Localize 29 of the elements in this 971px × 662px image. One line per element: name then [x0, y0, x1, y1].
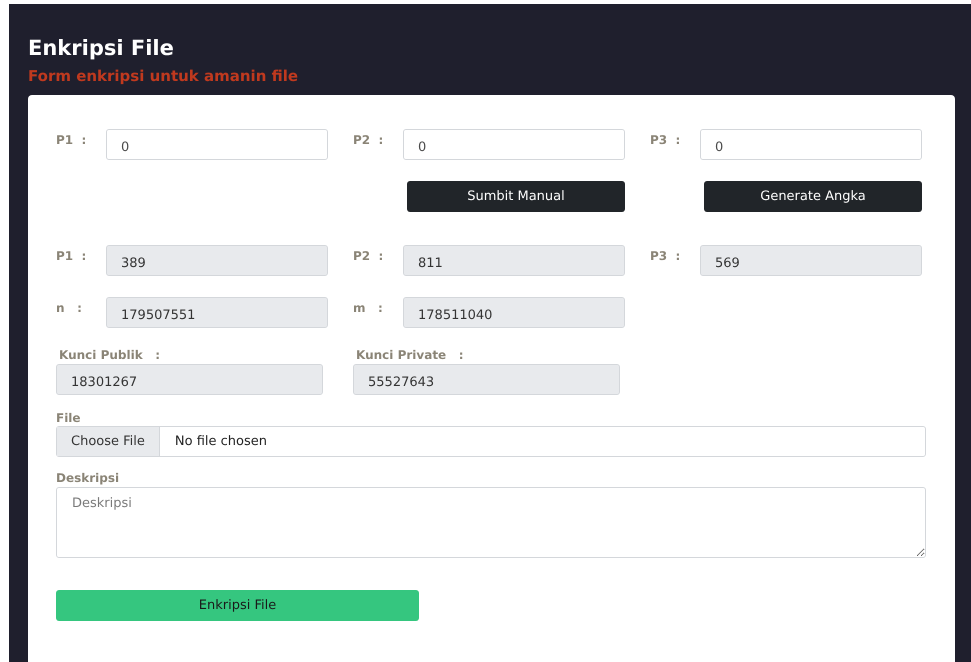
field-label: P2 : [353, 248, 384, 263]
field-label: P2 : [353, 132, 384, 147]
readonly-field[interactable]: 811 [403, 245, 625, 276]
field-label: P3 : [650, 248, 682, 263]
readonly-field[interactable]: 178511040 [403, 297, 625, 328]
readonly-field[interactable]: 179507551 [106, 297, 328, 328]
field-label: Deskripsi [56, 471, 120, 485]
encrypt-button[interactable]: Enkripsi File [56, 590, 419, 621]
field-label: m : [353, 300, 384, 315]
field-label: n : [56, 300, 83, 315]
action-button[interactable]: Generate Angka [704, 181, 922, 212]
field-label: Kunci Private : [355, 348, 464, 362]
field-label: Kunci Publik : [58, 348, 160, 362]
readonly-field[interactable]: 389 [106, 245, 328, 276]
readonly-field[interactable]: 569 [700, 245, 922, 276]
input-field[interactable]: 0 [106, 129, 328, 160]
field-label: File [56, 411, 82, 425]
file-input[interactable]: Choose File No file chosen [56, 426, 926, 457]
field-label: P1 : [56, 132, 88, 147]
field-label: P1 : [56, 248, 88, 263]
action-button[interactable]: Sumbit Manual [407, 181, 625, 212]
description-field[interactable]: Deskripsi [56, 487, 926, 558]
readonly-field[interactable]: 18301267 [56, 364, 323, 395]
page-title: Enkripsi File [28, 35, 175, 62]
field-label: P3 : [650, 132, 682, 147]
input-field[interactable]: 0 [700, 129, 922, 160]
readonly-field[interactable]: 55527643 [353, 364, 620, 395]
page-subtitle: Form enkripsi untuk amanin file [28, 66, 300, 86]
input-field[interactable]: 0 [403, 129, 625, 160]
